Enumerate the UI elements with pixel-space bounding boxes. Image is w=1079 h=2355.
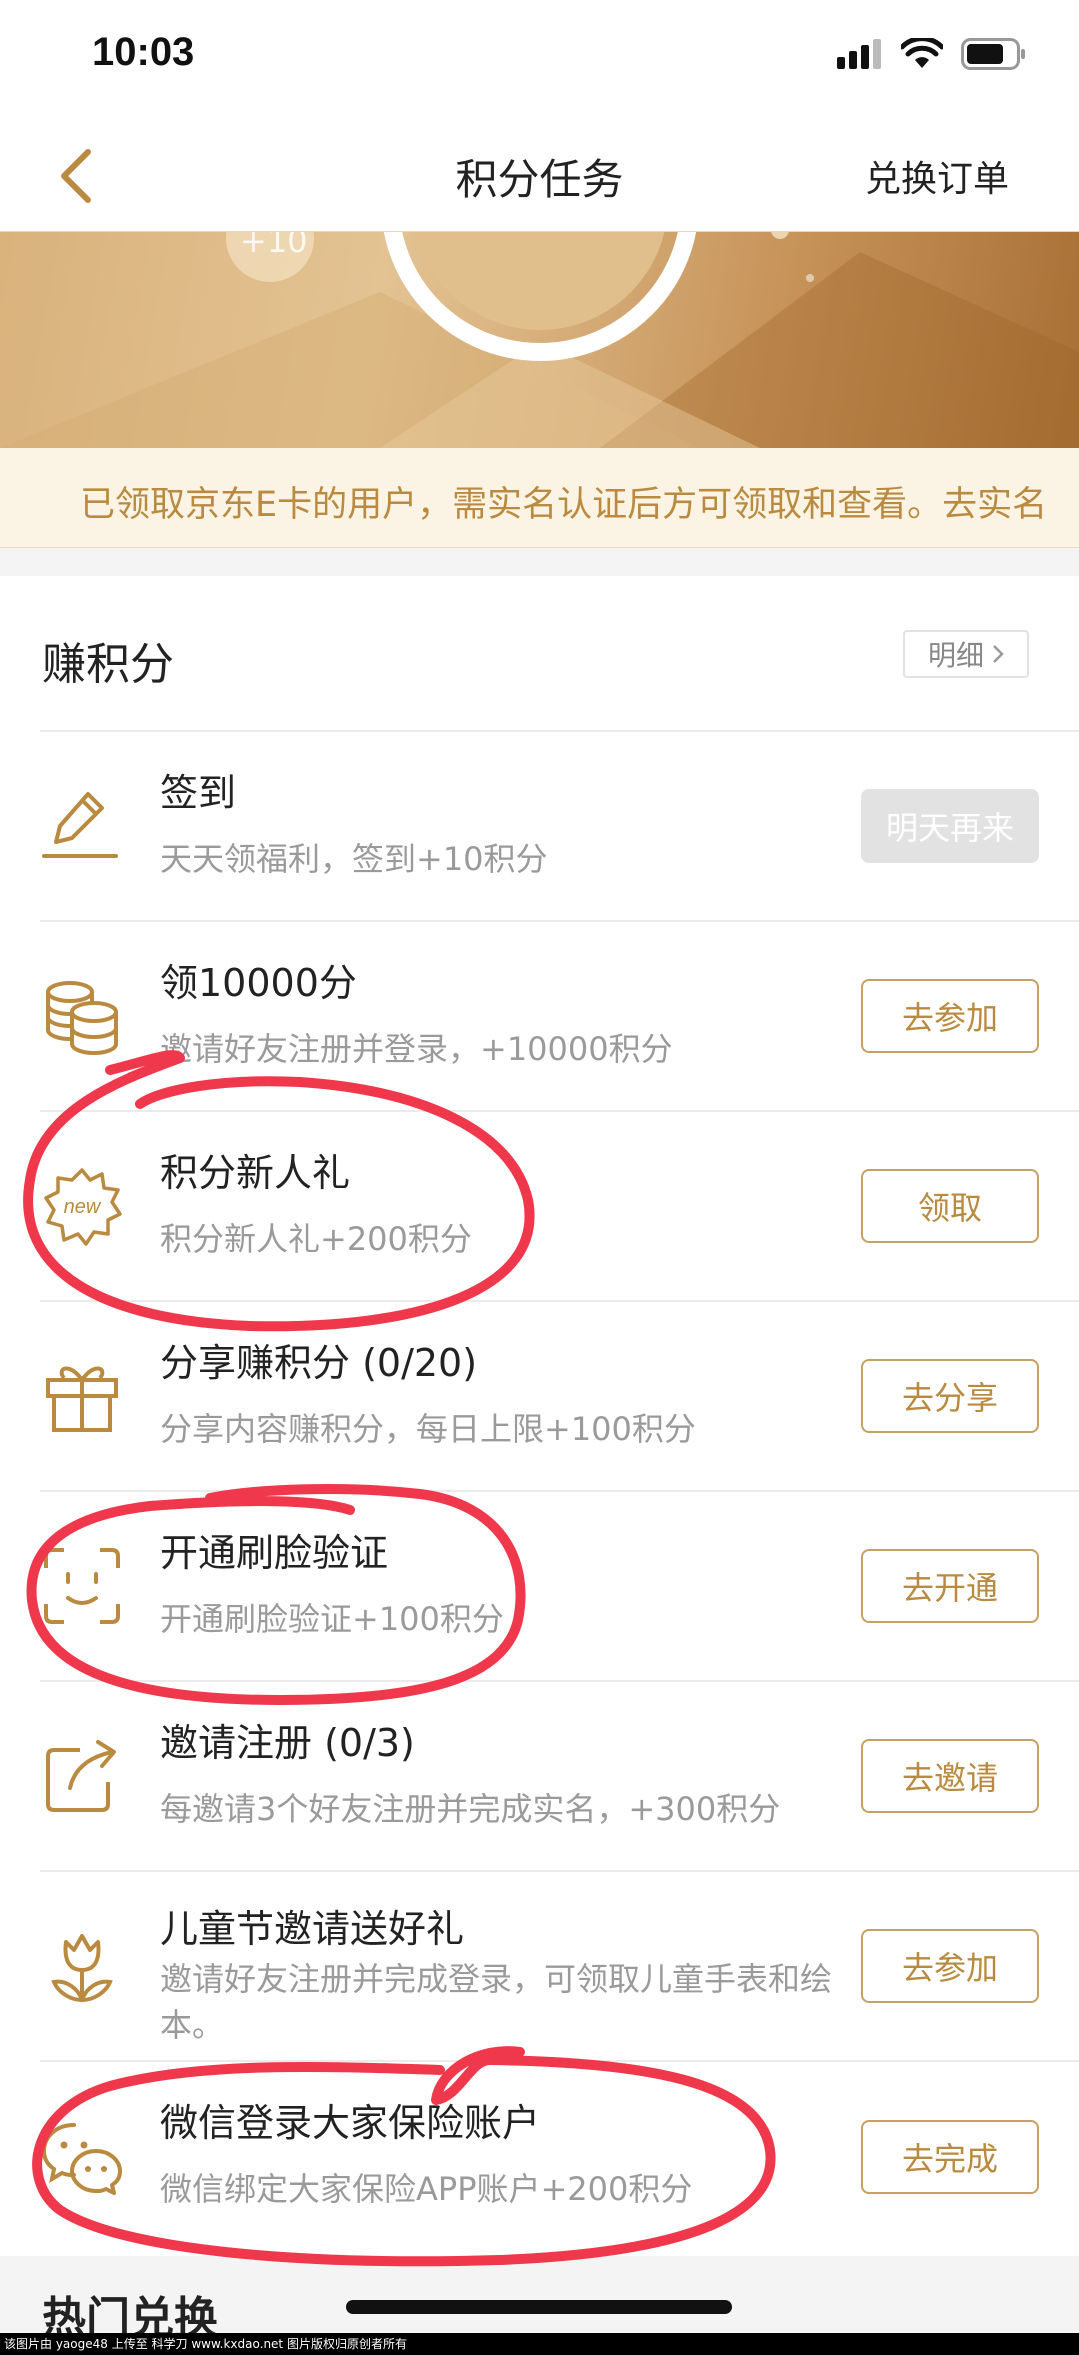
claim-button[interactable]: 领取	[861, 1169, 1039, 1243]
status-bar: 10:03	[0, 0, 1079, 120]
task-name: 签到	[160, 771, 237, 815]
gift-icon	[46, 1366, 118, 1432]
battery-icon	[961, 38, 1025, 70]
task-desc: 积分新人礼+200积分	[160, 1220, 472, 1258]
task-row-share: 分享赚积分 (0/20) 分享内容赚积分，每日上限+100积分 去分享	[40, 1302, 1079, 1492]
notice-text: 已领取京东E卡的用户，需实名认证后方可领取和查看。去实名	[80, 485, 1048, 525]
task-name: 分享赚积分 (0/20)	[160, 1341, 478, 1385]
share-button[interactable]: 去分享	[861, 1359, 1039, 1433]
chevron-right-icon	[993, 645, 1004, 663]
wechat-icon	[41, 2123, 122, 2195]
signal-icon	[837, 39, 881, 69]
nav-bar: 积分任务 兑换订单	[0, 120, 1079, 232]
task-name: 积分新人礼	[160, 1151, 351, 1195]
section-title: 赚积分	[42, 639, 174, 690]
earn-points-card: 赚积分 明细 签到 天天领福利，签到+10积分 明天再来 领10000分 邀请好…	[0, 576, 1079, 2256]
join-button[interactable]: 去参加	[861, 979, 1039, 1053]
task-desc: 每邀请3个好友注册并完成实名，+300积分	[160, 1790, 781, 1828]
task-row-new-user-gift: new 积分新人礼 积分新人礼+200积分 领取	[40, 1112, 1079, 1302]
new-badge-text: new	[64, 1196, 102, 1218]
share-arrow-icon	[46, 1740, 116, 1812]
task-row-invite: 邀请注册 (0/3) 每邀请3个好友注册并完成实名，+300积分 去邀请	[40, 1682, 1079, 1872]
task-row-face-verify: 开通刷脸验证 开通刷脸验证+100积分 去开通	[40, 1492, 1079, 1682]
points-banner: +10	[0, 232, 1079, 448]
invite-button[interactable]: 去邀请	[861, 1739, 1039, 1813]
coins-stack-icon	[46, 981, 118, 1055]
tulip-icon	[51, 1934, 113, 2002]
task-desc: 微信绑定大家保险APP账户+200积分	[160, 2170, 693, 2208]
come-tomorrow-button[interactable]: 明天再来	[861, 789, 1039, 863]
task-desc: 分享内容赚积分，每日上限+100积分	[160, 1410, 696, 1448]
status-time: 10:03	[92, 30, 195, 74]
detail-button[interactable]: 明细	[903, 630, 1029, 678]
task-name: 开通刷脸验证	[160, 1531, 389, 1575]
detail-label: 明细	[927, 639, 984, 672]
home-indicator[interactable]	[346, 2300, 732, 2314]
activate-button[interactable]: 去开通	[861, 1549, 1039, 1623]
task-desc: 邀请好友注册并登录，+10000积分	[160, 1030, 673, 1068]
join-button[interactable]: 去参加	[861, 1929, 1039, 2003]
task-row-wechat: 微信登录大家保险账户 微信绑定大家保险APP账户+200积分 去完成	[40, 2062, 1079, 2252]
points-bubble: +10	[240, 232, 308, 260]
new-badge-icon: new	[44, 1168, 122, 1246]
task-row-10000: 领10000分 邀请好友注册并登录，+10000积分 去参加	[40, 922, 1079, 1112]
task-name: 领10000分	[160, 961, 357, 1005]
complete-button[interactable]: 去完成	[861, 2120, 1039, 2194]
task-name: 邀请注册 (0/3)	[160, 1721, 415, 1765]
task-row-signin: 签到 天天领福利，签到+10积分 明天再来	[40, 732, 1079, 922]
wifi-icon	[901, 38, 943, 68]
task-desc: 邀请好友注册并完成登录，可领取儿童手表和绘本。	[160, 1960, 833, 2044]
task-name: 微信登录大家保险账户	[160, 2101, 541, 2145]
status-icons	[837, 38, 1027, 70]
banner-decoration	[0, 232, 1079, 448]
notice-bar[interactable]: 已领取京东E卡的用户，需实名认证后方可领取和查看。去实名	[0, 448, 1079, 548]
task-desc: 天天领福利，签到+10积分	[160, 840, 548, 878]
task-name: 儿童节邀请送好礼	[160, 1907, 465, 1951]
task-desc: 开通刷脸验证+100积分	[160, 1600, 504, 1638]
task-row-childrens-day: 儿童节邀请送好礼 邀请好友注册并完成登录，可领取儿童手表和绘本。 去参加	[40, 1872, 1079, 2062]
exchange-orders-link[interactable]: 兑换订单	[865, 150, 1009, 202]
pen-sign-icon	[42, 792, 118, 858]
face-scan-icon	[44, 1548, 120, 1624]
watermark: 该图片由 yaoge48 上传至 科学刀 www.kxdao.net 图片版权归…	[0, 2333, 1079, 2355]
